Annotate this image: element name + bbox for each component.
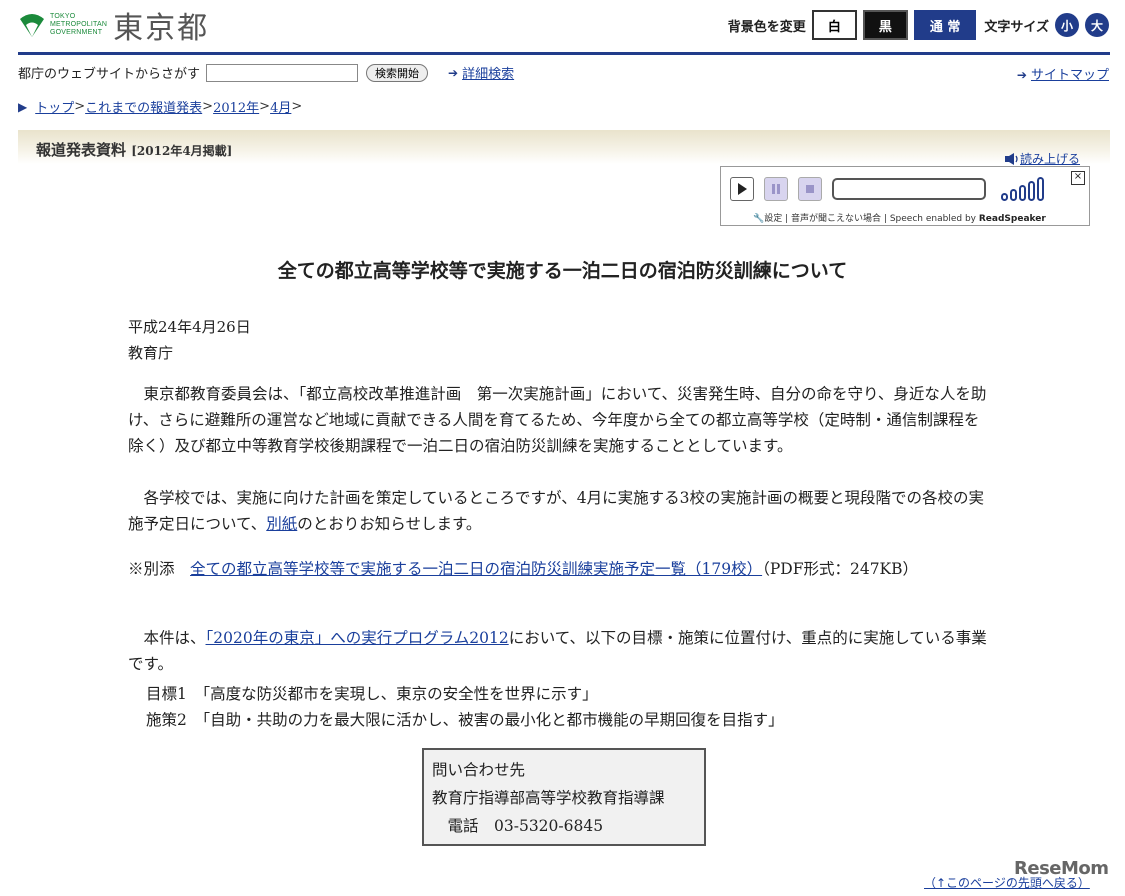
readspeaker-credit: Speech enabled by <box>889 214 976 224</box>
stop-button[interactable] <box>798 177 822 201</box>
header-divider <box>18 52 1110 55</box>
arrow-right-icon: ➔ <box>448 65 459 80</box>
section-date: [2012年4月掲載] <box>131 144 233 158</box>
paragraph-text: 本件は、 <box>143 629 206 647</box>
paragraph-text: 各学校では、実施に向けた計画を策定しているところですが、4月に実施する3校の実施… <box>128 489 984 533</box>
font-size-label: 文字サイズ <box>984 19 1049 35</box>
pause-icon <box>772 184 780 194</box>
contact-heading: 問い合わせ先 <box>432 761 526 779</box>
advanced-search-link[interactable]: 詳細検索 <box>462 63 514 82</box>
font-size-small-button[interactable]: 小 <box>1055 13 1079 37</box>
pause-button[interactable] <box>764 177 788 201</box>
readspeaker-help-link[interactable]: 音声が聞こえない場合 <box>791 214 881 224</box>
search-bar: 都庁のウェブサイトからさがす 検索開始 ➔ 詳細検索 <box>18 63 514 82</box>
footer-separator: | <box>785 214 789 224</box>
bg-black-button[interactable]: 黒 <box>862 10 908 40</box>
article-org: 教育庁 <box>128 344 174 362</box>
breadcrumb-separator: > <box>259 99 271 114</box>
goal-1: 目標1 「高度な防災都市を実現し、東京の安全性を世界に示す」 <box>146 685 598 703</box>
speaker-icon <box>1005 152 1018 165</box>
article-paragraph-3: 本件は、「2020年の東京」への実行プログラム2012において、以下の目標・施策… <box>128 625 994 677</box>
attachment-note: ※別添 全ての都立高等学校等で実施する一泊二日の宿泊防災訓練実施予定一覧（179… <box>128 556 994 582</box>
article-paragraph-2: 各学校では、実施に向けた計画を策定しているところですが、4月に実施する3校の実施… <box>128 485 994 537</box>
readspeaker-player: × 🔧設定 | 音声が聞こえない場合 | Speech enabled by R… <box>720 166 1090 226</box>
breadcrumb-separator: > <box>74 99 86 114</box>
breadcrumb-press-releases[interactable]: これまでの報道発表 <box>85 97 202 116</box>
arrow-right-icon: ➔ <box>1016 68 1027 82</box>
sitemap-nav: ➔ サイトマップ <box>1017 64 1109 83</box>
resemom-watermark: ReseMom <box>1014 858 1109 879</box>
note-prefix: ※別添 <box>128 560 191 578</box>
breadcrumb-year[interactable]: 2012年 <box>213 97 259 116</box>
footer-separator: | <box>883 214 887 224</box>
breadcrumb-top[interactable]: トップ <box>35 97 74 116</box>
close-icon[interactable]: × <box>1071 171 1085 185</box>
font-size-large-button[interactable]: 大 <box>1085 13 1109 37</box>
readspeaker-settings-link[interactable]: 設定 <box>764 214 782 224</box>
play-button[interactable] <box>730 177 754 201</box>
play-icon <box>738 183 747 195</box>
breadcrumb: ▶ トップ > これまでの報道発表 > 2012年 > 4月 > <box>18 97 302 116</box>
volume-control[interactable] <box>1001 177 1046 201</box>
sitemap-link[interactable]: サイトマップ <box>1031 68 1109 83</box>
policy-2: 施策2 「自助・共助の力を最大限に活かし、被害の最小化と都市機能の早期回復を目指… <box>146 711 784 729</box>
section-title-text: 報道発表資料 <box>36 141 127 159</box>
readspeaker-link[interactable]: 読み上げる <box>1004 150 1080 167</box>
bg-white-button[interactable]: 白 <box>811 10 857 40</box>
article-date: 平成24年4月26日 <box>128 318 251 336</box>
pdf-schedule-link[interactable]: 全ての都立高等学校等で実施する一泊二日の宿泊防災訓練実施予定一覧（179校） <box>190 560 762 578</box>
search-label: 都庁のウェブサイトからさがす <box>18 67 201 82</box>
search-button[interactable]: 検索開始 <box>366 63 429 82</box>
article-title: 全ての都立高等学校等で実施する一泊二日の宿泊防災訓練について <box>277 260 848 282</box>
paragraph-text: のとおりお知らせします。 <box>297 515 482 533</box>
tokyo-logo[interactable]: TOKYO METROPOLITAN GOVERNMENT 東京都 <box>18 8 209 46</box>
contact-box: 問い合わせ先 教育庁指導部高等学校教育指導課 電話 03-5320-6845 <box>422 748 706 846</box>
logo-kanji-text: 東京都 <box>113 11 210 46</box>
display-tools: 背景色を変更 白 黒 通 常 文字サイズ 小 大 <box>728 10 1109 40</box>
search-input[interactable] <box>206 63 359 82</box>
breadcrumb-separator: > <box>202 99 214 114</box>
action-program-link[interactable]: 「2020年の東京」への実行プログラム2012 <box>206 629 509 647</box>
note-suffix: （PDF形式：247KB） <box>762 560 919 578</box>
readspeaker-link-text[interactable]: 読み上げる <box>1020 150 1080 167</box>
article-paragraph-1: 東京都教育委員会は、「都立高校改革推進計画 第一次実施計画」において、災害発生時… <box>128 385 987 455</box>
contact-department: 教育庁指導部高等学校教育指導課 <box>432 789 665 807</box>
bg-normal-button[interactable]: 通 常 <box>913 10 977 40</box>
playback-progress-bar[interactable] <box>832 178 986 200</box>
triangle-right-icon: ▶ <box>18 99 28 114</box>
readspeaker-footer: 🔧設定 | 音声が聞こえない場合 | Speech enabled by Rea… <box>753 211 1046 224</box>
readspeaker-brand-link[interactable]: ReadSpeaker <box>979 214 1046 224</box>
tokyo-ginkgo-logo-icon <box>20 14 44 37</box>
stop-icon <box>806 185 814 193</box>
logo-english-text: TOKYO METROPOLITAN GOVERNMENT <box>50 13 108 36</box>
bg-color-label: 背景色を変更 <box>727 19 806 35</box>
wrench-icon: 🔧 <box>753 214 765 224</box>
breadcrumb-separator: > <box>291 99 303 114</box>
section-title: 報道発表資料 [2012年4月掲載] <box>36 139 232 160</box>
breadcrumb-month[interactable]: 4月 <box>270 97 291 116</box>
contact-phone: 電話 03-5320-6845 <box>432 817 604 835</box>
attachment-link[interactable]: 別紙 <box>266 515 297 533</box>
